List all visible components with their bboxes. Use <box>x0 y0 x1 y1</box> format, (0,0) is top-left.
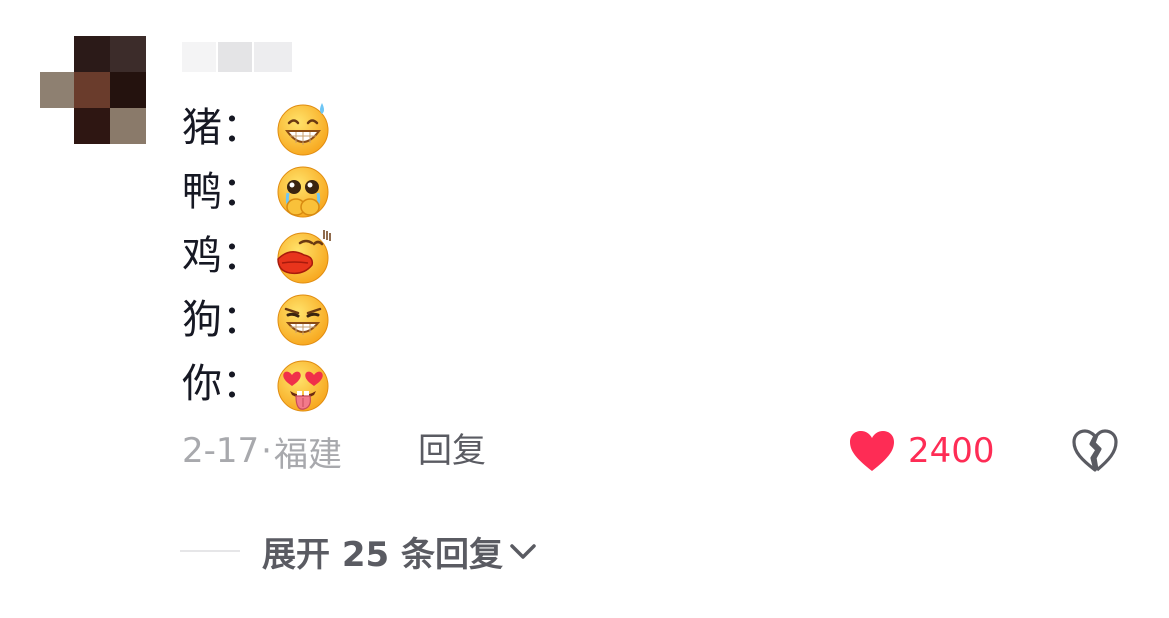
comment-line: 鸡： <box>182 228 332 284</box>
chevron-down-icon <box>510 544 536 559</box>
comment-meta: 2-17 · 福建 <box>182 428 342 475</box>
comment-line-text: 鸡： <box>182 233 262 279</box>
comment-location: 福建 <box>273 434 342 475</box>
reply-button[interactable]: 回复 <box>418 428 486 474</box>
avatar[interactable] <box>40 36 150 146</box>
grinning-sweat-emoji-icon <box>277 103 329 156</box>
broken-heart-icon[interactable] <box>1070 426 1120 476</box>
expand-divider <box>180 550 240 552</box>
heart-icon[interactable] <box>848 429 896 473</box>
comment-line: 鸭： <box>182 164 332 220</box>
comment-line: 猪： <box>182 100 332 156</box>
smirking-grin-emoji-icon <box>277 294 329 346</box>
comment-line-text: 狗： <box>182 297 262 343</box>
like-button[interactable]: 2400 <box>848 426 995 476</box>
comment-date: 2-17 <box>182 431 260 471</box>
comment-line-text: 猪： <box>182 105 262 151</box>
comment-line-text: 你： <box>182 361 262 407</box>
expand-replies-label: 展开 25 条回复 <box>262 534 503 575</box>
heart-eyes-tongue-emoji-icon <box>277 360 329 412</box>
big-lips-emoji-icon <box>277 230 331 284</box>
meta-separator: · <box>261 431 272 471</box>
comment-line-text: 鸭： <box>182 169 262 215</box>
like-count: 2400 <box>908 431 995 471</box>
username-blurred[interactable] <box>182 42 294 72</box>
expand-replies-button[interactable]: 展开 25 条回复 <box>262 528 539 575</box>
comment-line: 你： <box>182 356 332 412</box>
crying-hands-over-mouth-emoji-icon <box>277 166 329 218</box>
dislike-button[interactable] <box>1070 426 1120 476</box>
comment-line: 狗： <box>182 292 332 348</box>
